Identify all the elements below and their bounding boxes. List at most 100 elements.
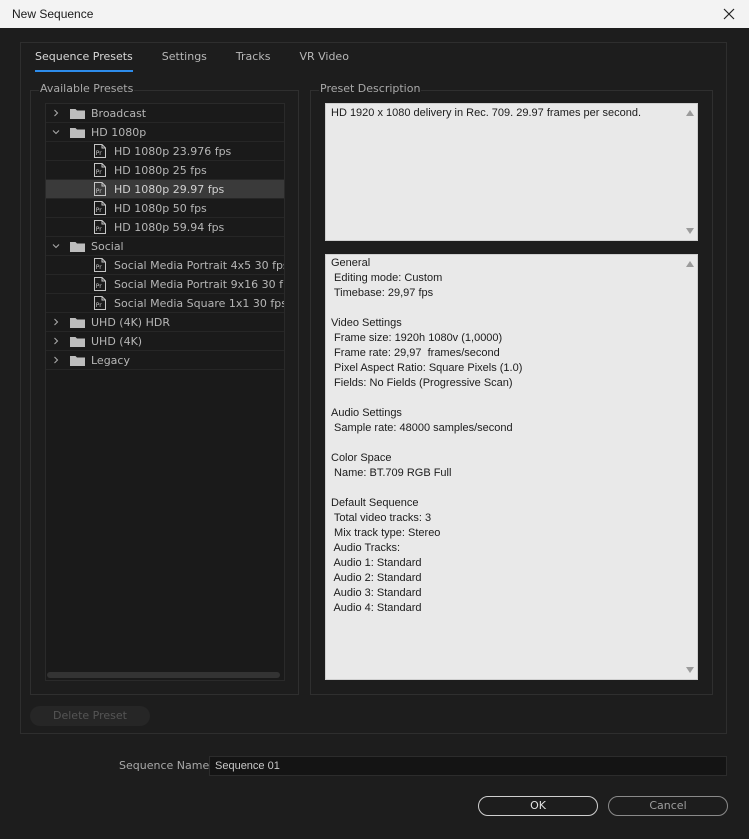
sequence-name-label: Sequence Name: — [119, 759, 213, 772]
tab-vr-video[interactable]: VR Video — [299, 50, 348, 70]
svg-text:Pr: Pr — [96, 188, 103, 195]
summary-line: Audio Tracks: — [331, 542, 401, 554]
summary-line: Frame rate: 29,97 frames/second — [331, 347, 500, 359]
ok-button[interactable]: OK — [478, 796, 598, 816]
folder-icon — [70, 317, 85, 328]
summary-line: Audio 1: Standard — [331, 557, 422, 569]
tree-preset-row[interactable]: Pr Social Media Portrait 9x16 30 fps — [46, 275, 284, 294]
close-icon[interactable] — [715, 2, 743, 26]
summary-line: Color Space — [331, 452, 392, 464]
svg-text:Pr: Pr — [96, 283, 103, 290]
summary-line: Audio 2: Standard — [331, 572, 422, 584]
tree-preset-row[interactable]: Pr HD 1080p 50 fps — [46, 199, 284, 218]
scroll-down-icon[interactable] — [686, 228, 694, 234]
chevron-down-icon[interactable] — [51, 241, 61, 251]
preset-file-icon: Pr — [94, 296, 106, 310]
settings-summary-textbox[interactable]: General Editing mode: Custom Timebase: 2… — [325, 254, 698, 680]
tree-preset-label: HD 1080p 25 fps — [114, 163, 207, 177]
tree-preset-row[interactable]: Pr HD 1080p 29.97 fps — [46, 180, 284, 199]
cancel-button[interactable]: Cancel — [608, 796, 728, 816]
tab-sequence-presets[interactable]: Sequence Presets — [35, 50, 133, 72]
summary-line: General — [331, 257, 371, 269]
folder-icon — [70, 355, 85, 366]
tree-preset-label: HD 1080p 50 fps — [114, 201, 207, 215]
title-bar: New Sequence — [0, 0, 749, 28]
folder-icon — [70, 108, 85, 119]
tree-folder-label: UHD (4K) HDR — [91, 315, 170, 329]
tree-folder-row[interactable]: UHD (4K) HDR — [46, 313, 284, 332]
description-textbox[interactable]: HD 1920 x 1080 delivery in Rec. 709. 29.… — [325, 103, 698, 241]
scroll-down-icon[interactable] — [686, 667, 694, 673]
description-scrollbar[interactable] — [683, 104, 697, 240]
summary-scrollbar[interactable] — [683, 255, 697, 679]
tree-folder-row[interactable]: Social — [46, 237, 284, 256]
presets-tree[interactable]: Broadcast HD 1080p Pr HD 1080p 23.976 fps Pr… — [45, 103, 285, 681]
settings-summary: General Editing mode: Custom Timebase: 2… — [331, 256, 679, 616]
svg-text:Pr: Pr — [96, 302, 103, 309]
scrollbar-thumb[interactable] — [47, 672, 280, 678]
svg-text:Pr: Pr — [96, 226, 103, 233]
tree-preset-row[interactable]: Pr HD 1080p 59.94 fps — [46, 218, 284, 237]
tree-folder-label: UHD (4K) — [91, 334, 143, 348]
tree-folder-label: Legacy — [91, 353, 130, 367]
tab-tracks[interactable]: Tracks — [236, 50, 271, 70]
summary-line: Editing mode: Custom — [331, 272, 443, 284]
svg-text:Pr: Pr — [96, 264, 103, 271]
preset-description-label: Preset Description — [319, 82, 422, 95]
delete-preset-button[interactable]: Delete Preset — [30, 706, 150, 726]
tree-preset-label: HD 1080p 29.97 fps — [114, 182, 225, 196]
tab-settings[interactable]: Settings — [162, 50, 207, 70]
svg-text:Pr: Pr — [96, 169, 103, 176]
chevron-right-icon[interactable] — [51, 317, 61, 327]
tree-preset-row[interactable]: Pr Social Media Square 1x1 30 fps — [46, 294, 284, 313]
folder-icon — [70, 127, 85, 138]
tree-preset-row[interactable]: Pr HD 1080p 23.976 fps — [46, 142, 284, 161]
preset-file-icon: Pr — [94, 277, 106, 291]
chevron-right-icon[interactable] — [51, 108, 61, 118]
available-presets-label: Available Presets — [39, 82, 135, 95]
scroll-up-icon[interactable] — [686, 110, 694, 116]
tree-folder-row[interactable]: Legacy — [46, 351, 284, 370]
tree-preset-label: Social Media Portrait 4x5 30 fps — [114, 258, 285, 272]
tree-preset-label: HD 1080p 23.976 fps — [114, 144, 232, 158]
preset-file-icon: Pr — [94, 220, 106, 234]
tree-preset-label: Social Media Portrait 9x16 30 fps — [114, 277, 285, 291]
summary-line: Default Sequence — [331, 497, 419, 509]
tree-preset-label: HD 1080p 59.94 fps — [114, 220, 225, 234]
tree-folder-row[interactable]: UHD (4K) — [46, 332, 284, 351]
chevron-down-icon[interactable] — [51, 127, 61, 137]
summary-line — [331, 391, 679, 406]
tree-preset-row[interactable]: Pr Social Media Portrait 4x5 30 fps — [46, 256, 284, 275]
preset-file-icon: Pr — [94, 201, 106, 215]
summary-line — [331, 436, 679, 451]
horizontal-scrollbar[interactable] — [46, 670, 284, 680]
chevron-right-icon[interactable] — [51, 336, 61, 346]
preset-file-icon: Pr — [94, 144, 106, 158]
summary-line: Audio 3: Standard — [331, 587, 422, 599]
preset-file-icon: Pr — [94, 258, 106, 272]
summary-line: Mix track type: Stereo — [331, 527, 441, 539]
summary-line: Frame size: 1920h 1080v (1,0000) — [331, 332, 503, 344]
tree-preset-row[interactable]: Pr HD 1080p 25 fps — [46, 161, 284, 180]
summary-line: Timebase: 29,97 fps — [331, 287, 434, 299]
tree-folder-label: Broadcast — [91, 106, 147, 120]
sequence-name-input[interactable] — [209, 756, 727, 776]
folder-icon — [70, 336, 85, 347]
tree-folder-row[interactable]: HD 1080p — [46, 123, 284, 142]
summary-line: Fields: No Fields (Progressive Scan) — [331, 377, 513, 389]
preset-file-icon: Pr — [94, 163, 106, 177]
svg-text:Pr: Pr — [96, 207, 103, 214]
summary-line: Sample rate: 48000 samples/second — [331, 422, 513, 434]
summary-line: Pixel Aspect Ratio: Square Pixels (1.0) — [331, 362, 523, 374]
preset-file-icon: Pr — [94, 182, 106, 196]
tree-folder-row[interactable]: Broadcast — [46, 104, 284, 123]
description-text: HD 1920 x 1080 delivery in Rec. 709. 29.… — [331, 107, 642, 119]
folder-icon — [70, 241, 85, 252]
summary-line: Video Settings — [331, 317, 402, 329]
tree-folder-label: Social — [91, 239, 124, 253]
svg-text:Pr: Pr — [96, 150, 103, 157]
summary-line: Audio Settings — [331, 407, 402, 419]
chevron-right-icon[interactable] — [51, 355, 61, 365]
scroll-up-icon[interactable] — [686, 261, 694, 267]
summary-line: Audio 4: Standard — [331, 602, 422, 614]
